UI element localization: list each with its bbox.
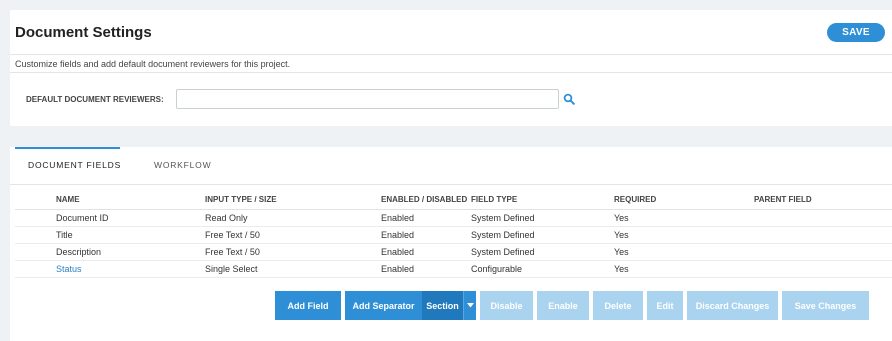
reviewers-row: DEFAULT DOCUMENT REVIEWERS: <box>10 73 892 125</box>
column-header-enabled[interactable]: ENABLED / DISABLED <box>381 190 471 210</box>
cell-field-type: System Defined <box>471 243 614 261</box>
document-fields-table: NAME INPUT TYPE / SIZE ENABLED / DISABLE… <box>15 190 892 278</box>
header: Document Settings SAVE <box>10 10 892 55</box>
cell-name-link[interactable]: Status <box>15 260 205 278</box>
tab-bar: DOCUMENT FIELDS WORKFLOW <box>10 147 892 185</box>
cell-field-type: System Defined <box>471 209 614 227</box>
discard-changes-button[interactable]: Discard Changes <box>687 291 778 320</box>
cell-input-type: Free Text / 50 <box>205 226 381 244</box>
disable-button[interactable]: Disable <box>480 291 533 320</box>
search-icon[interactable] <box>563 93 575 105</box>
cell-enabled: Enabled <box>381 209 471 227</box>
cell-enabled: Enabled <box>381 243 471 261</box>
cell-required: Yes <box>614 260 754 278</box>
column-header-required[interactable]: REQUIRED <box>614 190 754 210</box>
add-separator-split-button: Add Separator Section <box>345 291 476 320</box>
table-row[interactable]: Title Free Text / 50 Enabled System Defi… <box>15 226 892 244</box>
cell-parent-field <box>754 226 892 244</box>
tab-document-fields[interactable]: DOCUMENT FIELDS <box>28 160 121 170</box>
table-header-row: NAME INPUT TYPE / SIZE ENABLED / DISABLE… <box>15 190 892 210</box>
column-header-input-type[interactable]: INPUT TYPE / SIZE <box>205 190 381 210</box>
table-row[interactable]: Description Free Text / 50 Enabled Syste… <box>15 243 892 261</box>
add-separator-button[interactable]: Add Separator <box>345 291 422 320</box>
add-field-button[interactable]: Add Field <box>275 291 341 320</box>
reviewers-input[interactable] <box>176 89 559 109</box>
page-description: Customize fields and add default documen… <box>10 55 892 73</box>
document-settings-panel: Document Settings SAVE Customize fields … <box>10 10 892 126</box>
cell-name: Document ID <box>15 209 205 227</box>
edit-button[interactable]: Edit <box>647 291 683 320</box>
cell-name: Title <box>15 226 205 244</box>
page-title: Document Settings <box>15 23 152 41</box>
cell-required: Yes <box>614 243 754 261</box>
cell-input-type: Free Text / 50 <box>205 243 381 261</box>
table-row[interactable]: Document ID Read Only Enabled System Def… <box>15 209 892 227</box>
cell-parent-field <box>754 243 892 261</box>
cell-required: Yes <box>614 226 754 244</box>
delete-button[interactable]: Delete <box>593 291 643 320</box>
field-actions-bar: Add Field Add Separator Section Disable … <box>275 291 873 320</box>
cell-input-type: Read Only <box>205 209 381 227</box>
cell-name: Description <box>15 243 205 261</box>
active-tab-indicator <box>15 147 120 149</box>
column-header-parent-field[interactable]: PARENT FIELD <box>754 190 892 210</box>
cell-field-type: Configurable <box>471 260 614 278</box>
column-header-name[interactable]: NAME <box>15 190 205 210</box>
tab-workflow[interactable]: WORKFLOW <box>154 160 211 170</box>
cell-field-type: System Defined <box>471 226 614 244</box>
caret-down-icon <box>466 303 474 308</box>
save-changes-button[interactable]: Save Changes <box>782 291 869 320</box>
cell-required: Yes <box>614 209 754 227</box>
section-dropdown-toggle[interactable] <box>463 291 476 320</box>
enable-button[interactable]: Enable <box>537 291 589 320</box>
reviewers-label: DEFAULT DOCUMENT REVIEWERS: <box>26 94 164 104</box>
save-button[interactable]: SAVE <box>827 22 885 42</box>
section-select[interactable]: Section <box>422 291 463 320</box>
cell-parent-field <box>754 260 892 278</box>
table-row[interactable]: Status Single Select Enabled Configurabl… <box>15 260 892 278</box>
cell-enabled: Enabled <box>381 226 471 244</box>
cell-enabled: Enabled <box>381 260 471 278</box>
cell-parent-field <box>754 209 892 227</box>
cell-input-type: Single Select <box>205 260 381 278</box>
column-header-field-type[interactable]: FIELD TYPE <box>471 190 614 210</box>
